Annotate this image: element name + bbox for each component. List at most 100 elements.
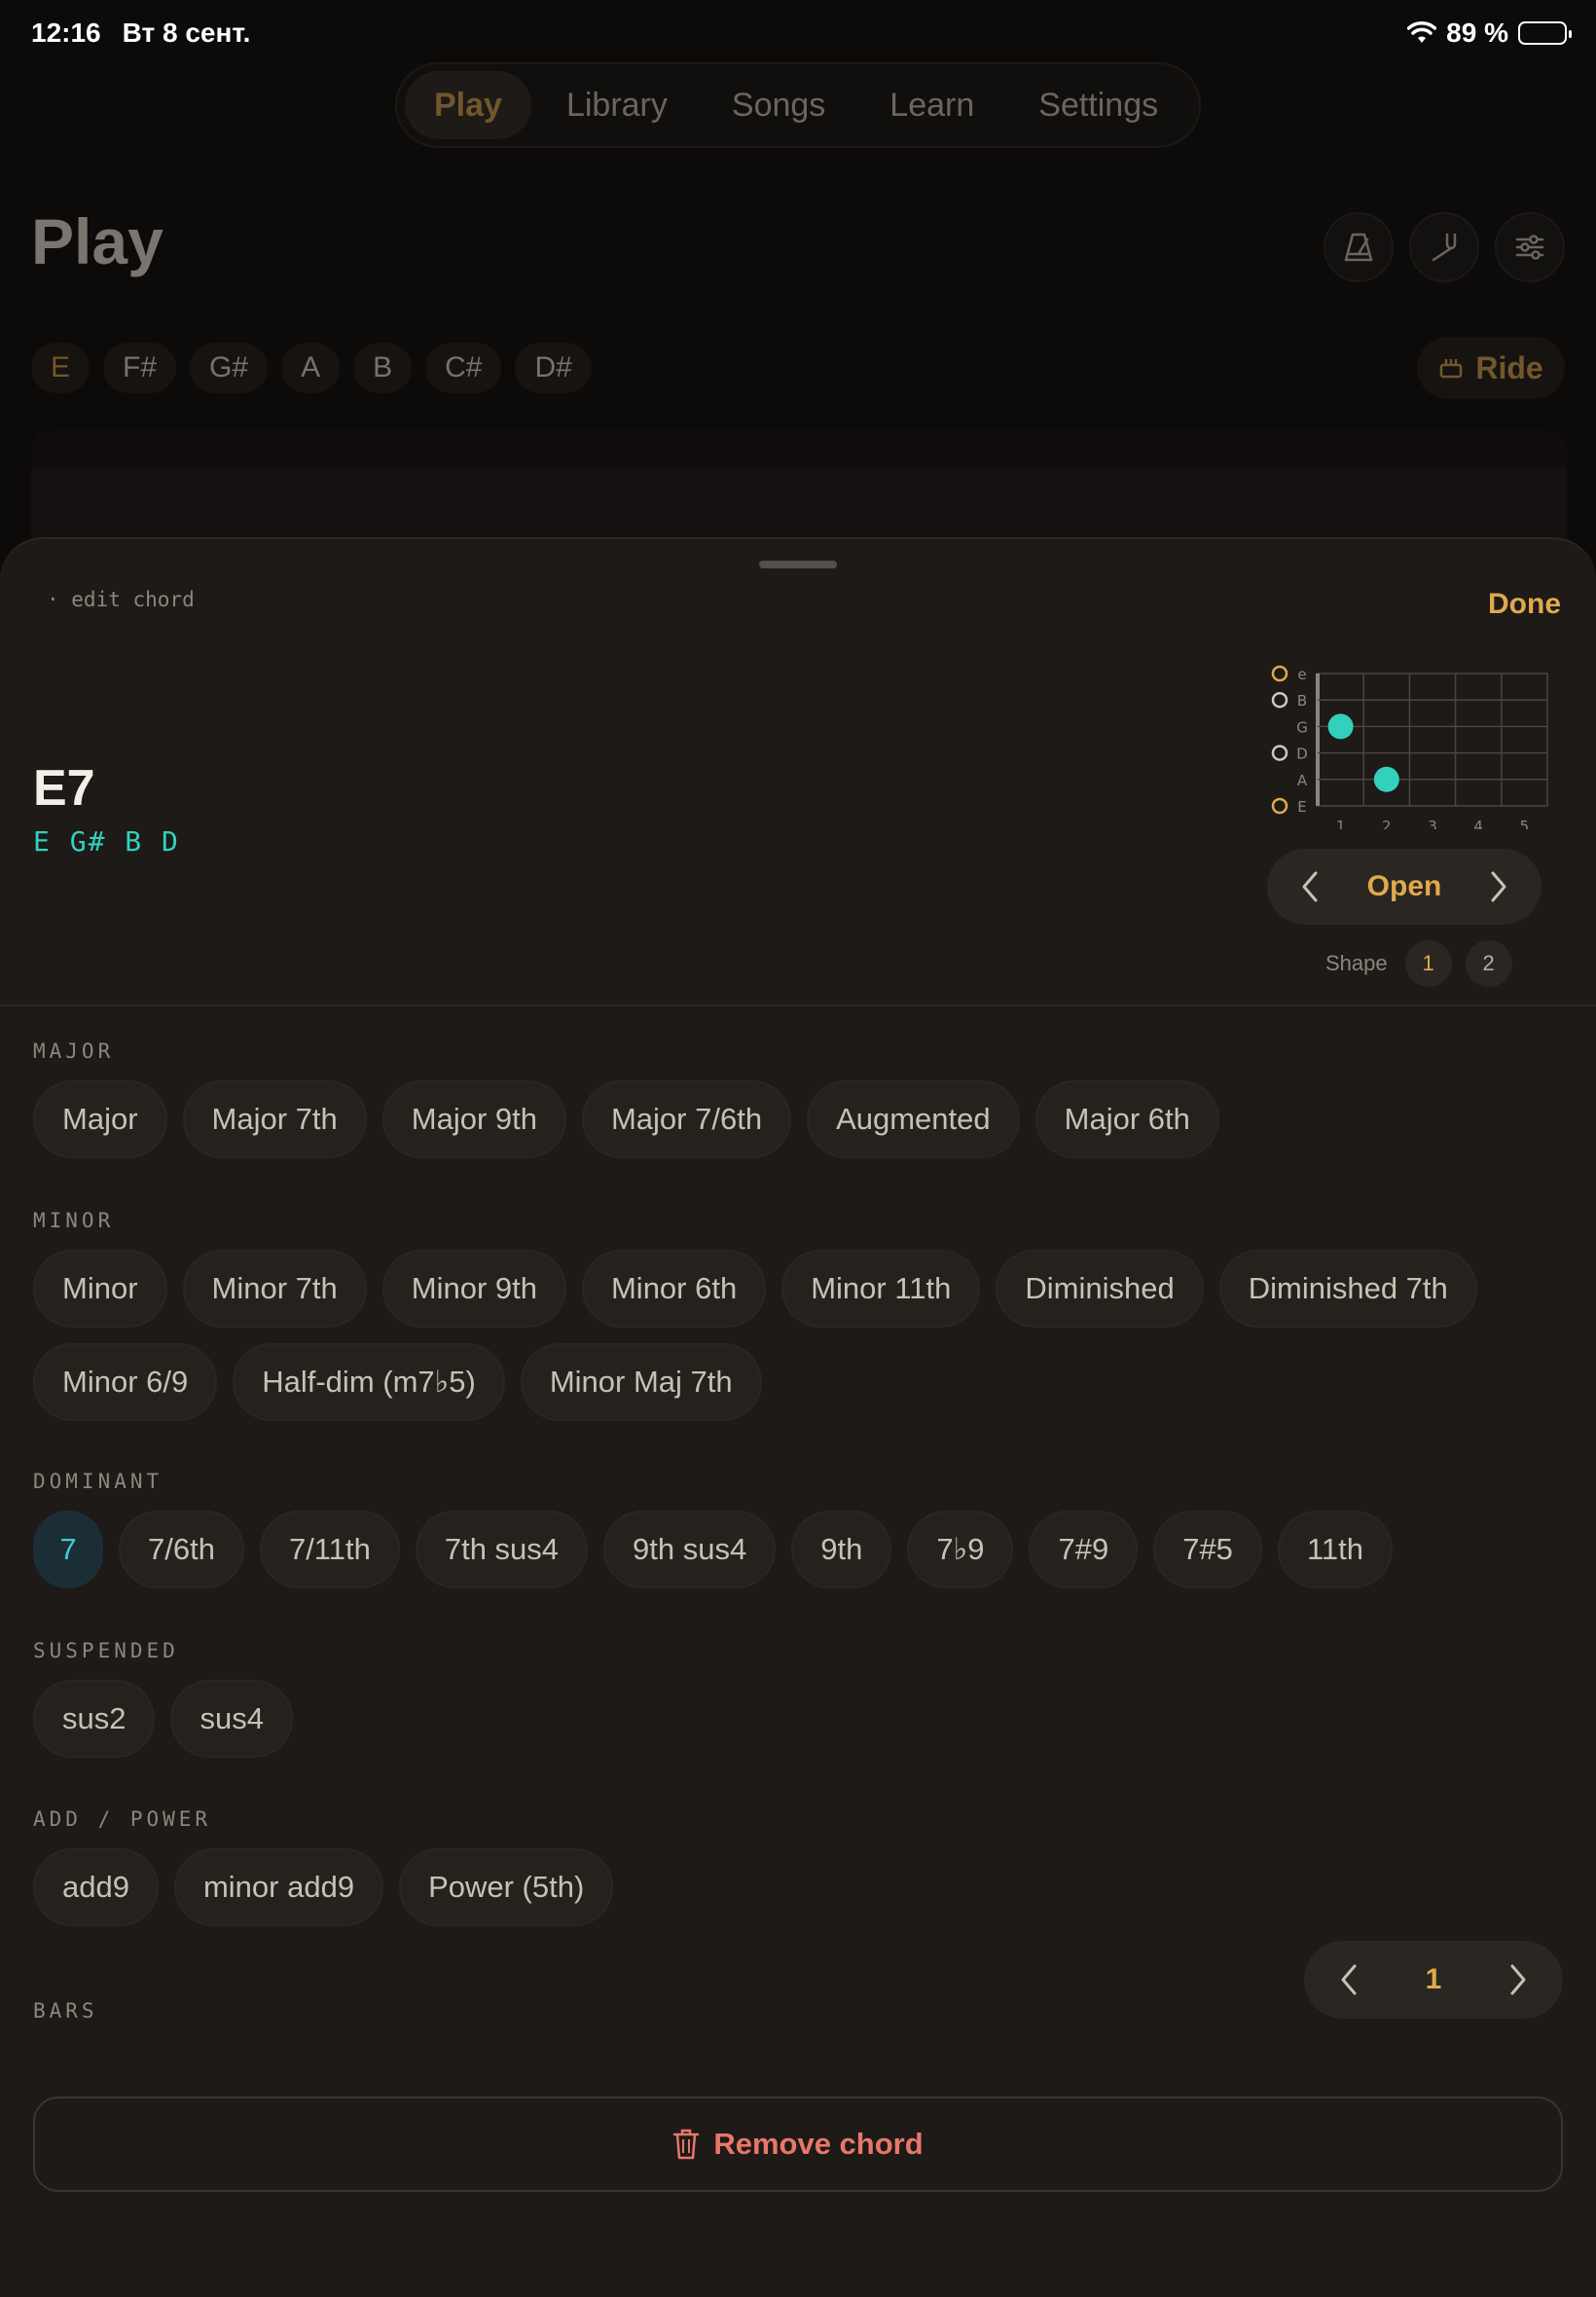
tuner-button[interactable] (1409, 212, 1479, 282)
quality-pill[interactable]: Minor 7th (182, 1250, 367, 1328)
key-pill[interactable]: F# (103, 343, 177, 393)
metronome-button[interactable] (1324, 212, 1394, 282)
shape-picker: Shape 12 (1325, 940, 1512, 987)
trash-icon (673, 2129, 700, 2160)
chord-name: E7 (33, 760, 95, 817)
quality-pill[interactable]: Minor 6/9 (33, 1343, 218, 1421)
quality-pill[interactable]: 7/6th (119, 1511, 244, 1588)
quality-pill[interactable]: Major (33, 1080, 167, 1158)
group-suspended: SUSPENDED sus2 sus4 (33, 1639, 1571, 1758)
quality-pill-list: Major Major 7th Major 9th Major 7/6th Augmen… (33, 1080, 1571, 1158)
settings-sliders-button[interactable] (1495, 212, 1565, 282)
open-string-marker (1271, 665, 1288, 682)
shape-option[interactable]: 1 (1404, 940, 1452, 987)
tab-settings[interactable]: Settings (1009, 71, 1187, 139)
group-dominant: DOMINANT 7 7/6th 7/11th 7th sus4 9th sus4 9th 7… (33, 1470, 1571, 1588)
shape-label: Shape (1325, 951, 1388, 975)
battery-percent: 89 % (1446, 18, 1508, 48)
diagram-string-label: E (1297, 798, 1306, 816)
group-label: MINOR (33, 1209, 115, 1232)
group-label: DOMINANT (33, 1470, 163, 1493)
bars-value: 1 (1425, 1963, 1442, 1995)
ride-button[interactable]: Ride (1417, 337, 1565, 399)
quality-pill[interactable]: Diminished (996, 1250, 1204, 1328)
key-pill[interactable]: E (31, 343, 91, 393)
group-add-power: ADD / POWER add9 minor add9 Power (5th) (33, 1807, 1571, 1926)
diagram-string-label: e (1297, 666, 1306, 683)
diagram-string-label: A (1297, 772, 1308, 789)
quality-pill[interactable]: 9th sus4 (603, 1511, 777, 1588)
quality-pill[interactable]: Augmented (807, 1080, 1020, 1158)
prev-voicing-button[interactable] (1290, 867, 1329, 906)
diagram-string-label: D (1296, 746, 1308, 763)
key-pill[interactable]: B (353, 343, 413, 393)
quality-pill[interactable]: Minor (33, 1250, 167, 1328)
chevron-left-icon (1341, 1964, 1357, 1995)
status-right: 89 % (1407, 18, 1572, 49)
quality-pill[interactable]: sus4 (170, 1680, 293, 1758)
ride-label: Ride (1475, 349, 1543, 385)
group-minor: MINOR Minor Minor 7th Minor 9th Minor 6th Min… (33, 1209, 1571, 1421)
done-button[interactable]: Done (1488, 588, 1561, 621)
tab-learn[interactable]: Learn (860, 71, 1003, 139)
sheet-breadcrumb: · edit chord (47, 588, 195, 611)
bars-increment-button[interactable] (1499, 1960, 1538, 1999)
quality-pill[interactable]: 7/11th (259, 1511, 400, 1588)
group-label: MAJOR (33, 1039, 115, 1063)
quality-pill-list: Minor Minor 7th Minor 9th Minor 6th Minor 11… (33, 1250, 1571, 1421)
wifi-icon (1407, 21, 1437, 43)
tab-library[interactable]: Library (537, 71, 697, 139)
quality-pill[interactable]: Major 7th (182, 1080, 367, 1158)
chevron-right-icon (1491, 871, 1506, 902)
bars-decrement-button[interactable] (1329, 1960, 1368, 1999)
quality-pill[interactable]: 7#9 (1029, 1511, 1139, 1588)
status-bar: 12:16 Вт 8 сент. 89 % (31, 14, 1572, 53)
diagram-string-label: B (1297, 692, 1307, 710)
quality-pill[interactable]: 7#5 (1153, 1511, 1262, 1588)
finger-dot (1373, 766, 1399, 792)
quality-pill[interactable]: minor add9 (173, 1848, 384, 1926)
bars-stepper: 1 (1304, 1941, 1563, 2019)
quality-pill[interactable]: 7♭9 (907, 1511, 1014, 1588)
quality-pill[interactable]: Major 7/6th (581, 1080, 792, 1158)
quality-pill[interactable]: Minor 9th (381, 1250, 566, 1328)
quality-pill[interactable]: Minor Maj 7th (520, 1343, 762, 1421)
drum-icon (1440, 359, 1463, 379)
chord-notes: E G# B D (33, 825, 180, 857)
sheet-divider (0, 1004, 1596, 1006)
sheet-grabber[interactable] (759, 561, 837, 568)
diagram-string-label: G (1296, 718, 1308, 736)
tab-play[interactable]: Play (405, 71, 531, 139)
diagram-fret-number: 4 (1473, 818, 1483, 829)
quality-pill[interactable]: Minor 6th (581, 1250, 767, 1328)
tab-songs[interactable]: Songs (703, 71, 854, 139)
quality-pill[interactable]: 7 (33, 1511, 103, 1588)
quality-pill[interactable]: Half-dim (m7♭5) (233, 1343, 505, 1421)
key-pill[interactable]: G# (190, 343, 269, 393)
quality-pill[interactable]: add9 (33, 1848, 159, 1926)
quality-pill-list: sus2 sus4 (33, 1680, 1571, 1758)
chord-diagram: eBGDAE 1 2 3 4 5 (1271, 665, 1548, 829)
quality-pill[interactable]: 9th (791, 1511, 892, 1588)
quality-pill[interactable]: 11th (1277, 1511, 1393, 1588)
sliders-icon (1515, 235, 1544, 260)
quality-pill[interactable]: Major 9th (381, 1080, 566, 1158)
key-pill[interactable]: A (281, 343, 341, 393)
key-pill[interactable]: D# (515, 343, 592, 393)
remove-chord-button[interactable]: Remove chord (33, 2096, 1563, 2192)
shape-option[interactable]: 2 (1465, 940, 1512, 987)
quality-pill[interactable]: 7th sus4 (415, 1511, 589, 1588)
status-date: Вт 8 сент. (122, 18, 251, 48)
quality-pill[interactable]: Power (5th) (399, 1848, 614, 1926)
quality-pill[interactable]: Minor 11th (781, 1250, 981, 1328)
voicing-selector: Open (1267, 849, 1542, 925)
open-string-marker (1271, 745, 1288, 761)
quality-pill[interactable]: sus2 (33, 1680, 156, 1758)
metronome-icon (1344, 233, 1373, 262)
quality-pill[interactable]: Diminished 7th (1218, 1250, 1477, 1328)
key-pill[interactable]: C# (425, 343, 502, 393)
group-label: ADD / POWER (33, 1807, 212, 1831)
quality-pill[interactable]: Major 6th (1034, 1080, 1219, 1158)
edit-chord-sheet: · edit chord Done E7 E G# B D eBGDAE1234… (0, 537, 1596, 2297)
next-voicing-button[interactable] (1479, 867, 1518, 906)
